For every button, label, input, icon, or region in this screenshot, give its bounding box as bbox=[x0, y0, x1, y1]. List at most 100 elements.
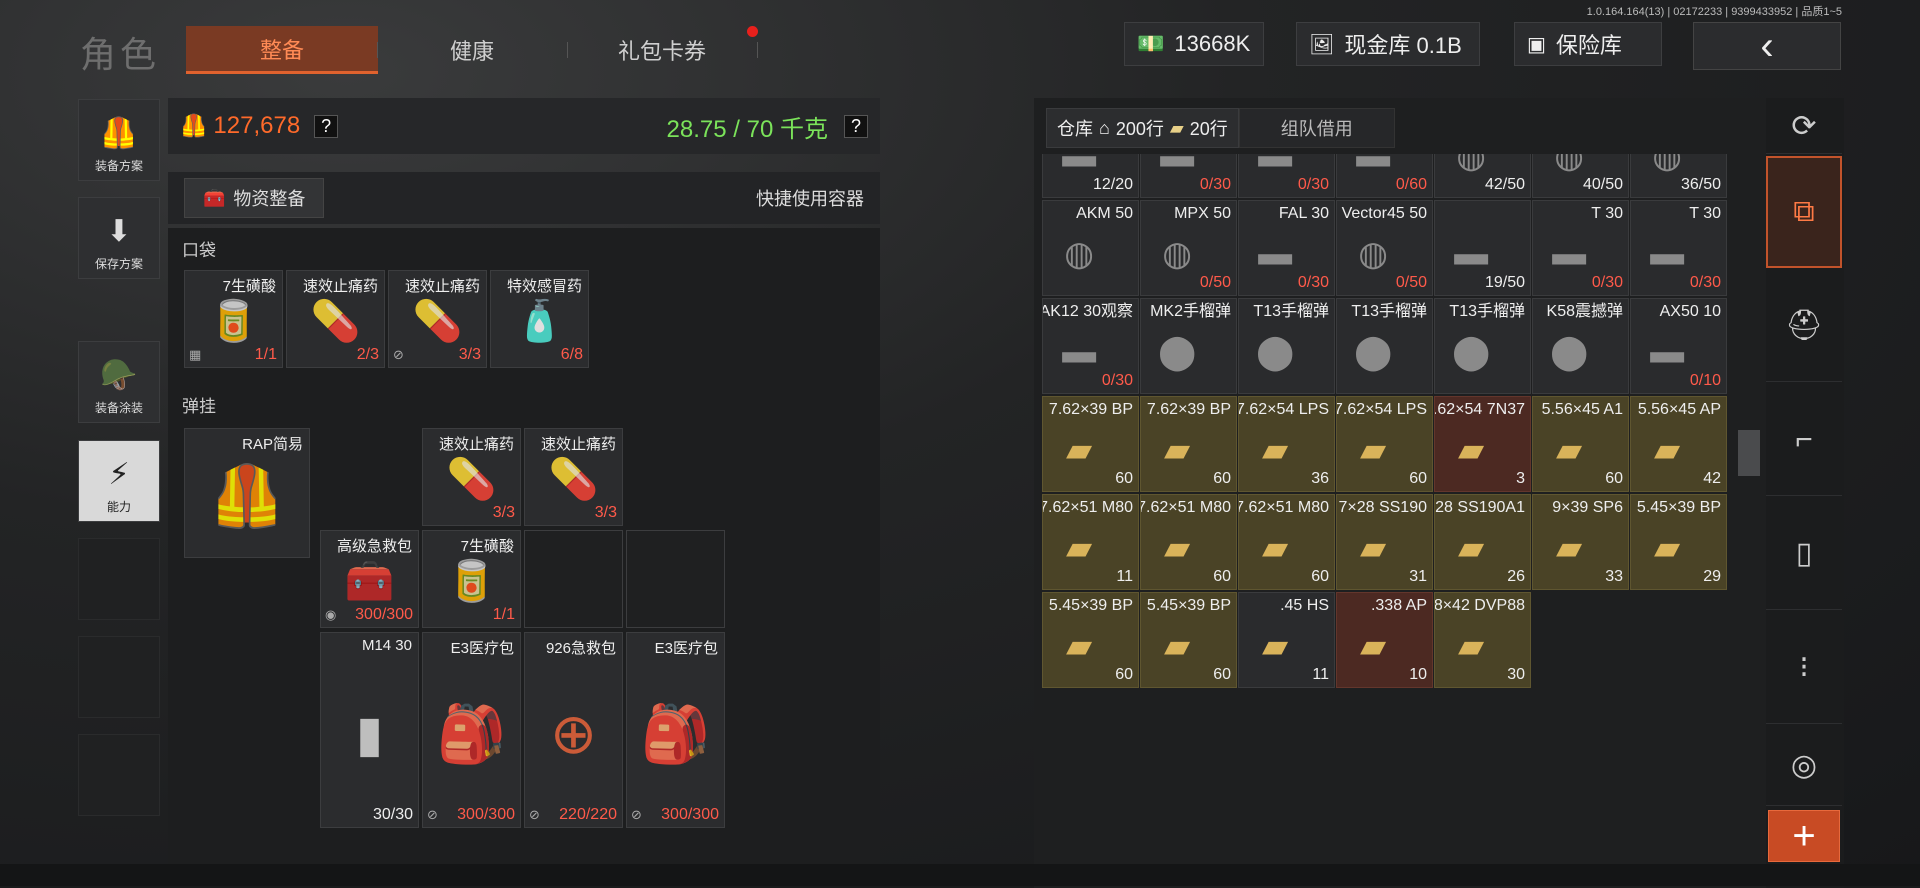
magazine-icon[interactable]: ▯ bbox=[1766, 498, 1842, 610]
bullet-icon[interactable]: ⁝ bbox=[1766, 612, 1842, 724]
item-name: 5.8×42 DVP88 bbox=[1434, 597, 1525, 614]
pockets-label: 口袋 bbox=[182, 241, 216, 260]
layers-icon[interactable]: ⧉ bbox=[1766, 156, 1842, 268]
tab-loadout[interactable]: 整备 bbox=[186, 26, 378, 74]
warehouse-cell[interactable]: T13手榴弹 ⬤ bbox=[1238, 298, 1335, 394]
warehouse-cell[interactable]: MPX 50 ◍ 0/50 bbox=[1140, 200, 1237, 296]
rig-item-slot[interactable]: E3医疗包 🎒 ⊘ 300/300 bbox=[422, 632, 521, 828]
item-icon: ▰ bbox=[1360, 626, 1387, 665]
back-button[interactable]: ‹ bbox=[1693, 22, 1841, 70]
quick-container-link[interactable]: 快捷使用容器 bbox=[756, 185, 864, 211]
warehouse-cell[interactable]: FAL 30 ▬ 0/30 bbox=[1238, 200, 1335, 296]
helmet-icon[interactable]: ⛑ bbox=[1766, 270, 1842, 382]
help-icon[interactable]: ? bbox=[314, 114, 339, 138]
ability-button[interactable]: ⚡ 能力 bbox=[78, 440, 160, 522]
add-button[interactable]: + bbox=[1768, 810, 1840, 862]
item-name: Vector45 50 bbox=[1341, 205, 1427, 222]
rig-item-slot[interactable]: 速效止痛药 💊 3/3 bbox=[524, 428, 623, 526]
warehouse-cell[interactable]: AK12 30观察 ▬ 0/30 bbox=[1042, 298, 1139, 394]
item-name: 9×39 SP6 bbox=[1552, 499, 1623, 516]
scrollbar-thumb[interactable] bbox=[1738, 430, 1760, 476]
warehouse-cell[interactable]: 5.45×39 BP ▰ 60 bbox=[1140, 592, 1237, 688]
rig-item-slot[interactable]: M14 30 ▮ 30/30 bbox=[320, 632, 419, 828]
item-name: 926急救包 bbox=[545, 640, 616, 657]
cash-vault-label: 现金库 0.1B bbox=[1344, 33, 1462, 58]
warehouse-cell[interactable]: Vector45 50 ◍ 0/50 bbox=[1336, 200, 1433, 296]
tab-warehouse[interactable]: 仓库 ⌂ 200行 ▰ 20行 bbox=[1046, 108, 1239, 148]
warehouse-cell[interactable]: T13手榴弹 ⬤ bbox=[1434, 298, 1531, 394]
warehouse-cell[interactable]: 5.45×39 BP ▰ 60 bbox=[1042, 592, 1139, 688]
warehouse-cell[interactable]: 5.45×39 BP ▰ 29 bbox=[1630, 494, 1727, 590]
layers-refresh-icon[interactable]: ⟳ bbox=[1766, 100, 1842, 154]
warehouse-cell[interactable]: AKM 50◍36/50 bbox=[1630, 154, 1727, 198]
tab-team-borrow[interactable]: 组队借用 bbox=[1238, 108, 1395, 148]
warehouse-cell[interactable]: T 30 ▬ 0/30 bbox=[1630, 200, 1727, 296]
item-count: 60 bbox=[1213, 470, 1231, 487]
loadout-plan-button[interactable]: 🦺 装备方案 bbox=[78, 99, 160, 181]
warehouse-cell[interactable]: ▬ 12/20 bbox=[1042, 154, 1139, 198]
warehouse-cell[interactable]: AKM 50◍42/50 bbox=[1434, 154, 1531, 198]
warehouse-cell[interactable]: .338 AP ▰ 10 bbox=[1336, 592, 1433, 688]
warehouse-cell[interactable]: ▬ 19/50 bbox=[1434, 200, 1531, 296]
warehouse-cell[interactable]: 7.62×54 7N37 ▰ 3 bbox=[1434, 396, 1531, 492]
scope-icon[interactable]: ◎ bbox=[1766, 726, 1842, 806]
pocket-slot[interactable]: 特效感冒药 🧴 6/8 bbox=[490, 270, 589, 368]
rig-item-slot[interactable]: 7生磺酸 🥫 1/1 bbox=[422, 530, 521, 628]
warehouse-cell[interactable]: AKM 50◍40/50 bbox=[1532, 154, 1629, 198]
pocket-slot[interactable]: 7生磺酸 🥫 ▦ 1/1 bbox=[184, 270, 283, 368]
rig-slot[interactable]: RAP简易 🦺 bbox=[184, 428, 310, 558]
warehouse-cell[interactable]: .45 HS ▰ 11 bbox=[1238, 592, 1335, 688]
empty-rig-slot[interactable] bbox=[524, 530, 623, 628]
warehouse-cell[interactable]: 5.7×28 SS190A1 ▰ 26 bbox=[1434, 494, 1531, 590]
warehouse-cell[interactable]: AKM 50 ◍ bbox=[1042, 200, 1139, 296]
item-count: 60 bbox=[1115, 470, 1133, 487]
warehouse-cell[interactable]: AX50 10 ▬ 0/10 bbox=[1630, 298, 1727, 394]
money-display[interactable]: 💵 13668K bbox=[1124, 22, 1264, 66]
ability-label: 能力 bbox=[106, 500, 131, 514]
warehouse-cell[interactable]: MK2手榴弹 ⬤ bbox=[1140, 298, 1237, 394]
warehouse-cell[interactable]: 7.62×54 LPS ▰ 60 bbox=[1336, 396, 1433, 492]
item-name: MK2手榴弹 bbox=[1150, 303, 1231, 320]
warehouse-cell[interactable]: ▬ 0/30 bbox=[1238, 154, 1335, 198]
tab-health[interactable]: 健康 bbox=[377, 26, 567, 74]
warehouse-cell[interactable]: 7.62×51 M80 ▰ 60 bbox=[1140, 494, 1237, 590]
warehouse-cell[interactable]: 5.56×45 AP ▰ 42 bbox=[1630, 396, 1727, 492]
item-count: 40/50 bbox=[1582, 176, 1623, 193]
help-icon[interactable]: ? bbox=[843, 114, 868, 138]
rig-item-slot[interactable]: 高级急救包 🧰 ◉ 300/300 bbox=[320, 530, 419, 628]
skin-button[interactable]: 🪖 装备涂装 bbox=[78, 341, 160, 423]
warehouse-cell[interactable]: 7.62×51 M80 ▰ 60 bbox=[1238, 494, 1335, 590]
warehouse-cell[interactable]: ▬ 0/60 bbox=[1336, 154, 1433, 198]
supplies-bar: 🧰 物资整备 快捷使用容器 bbox=[168, 172, 880, 224]
warehouse-cell[interactable]: 7.62×39 BP ▰ 60 bbox=[1042, 396, 1139, 492]
rifle-icon[interactable]: ⌐ bbox=[1766, 384, 1842, 496]
warehouse-cell[interactable]: ▬ 0/30 bbox=[1140, 154, 1237, 198]
item-icon: ▰ bbox=[1458, 626, 1485, 665]
page-title: 角色 bbox=[80, 34, 161, 75]
safe-button[interactable]: ▣ 保险库 bbox=[1514, 22, 1662, 66]
rig-item-slot[interactable]: 速效止痛药 💊 3/3 bbox=[422, 428, 521, 526]
rig-item-slot[interactable]: 926急救包 ⊕ ⊘ 220/220 bbox=[524, 632, 623, 828]
warehouse-cell[interactable]: T13手榴弹 ⬤ bbox=[1336, 298, 1433, 394]
warehouse-cell[interactable]: 5.56×45 A1 ▰ 60 bbox=[1532, 396, 1629, 492]
empty-rig-slot[interactable] bbox=[626, 530, 725, 628]
pocket-slot[interactable]: 速效止痛药 💊 ⊘ 3/3 bbox=[388, 270, 487, 368]
warehouse-cell[interactable]: 7.62×54 LPS ▰ 36 bbox=[1238, 396, 1335, 492]
warehouse-cell[interactable]: 9×39 SP6 ▰ 33 bbox=[1532, 494, 1629, 590]
supplies-button[interactable]: 🧰 物资整备 bbox=[184, 178, 325, 218]
value-icon: 🦺 bbox=[180, 113, 208, 138]
warehouse-cell[interactable]: T 30 ▬ 0/30 bbox=[1532, 200, 1629, 296]
warehouse-cell[interactable]: 7.62×39 BP ▰ 60 bbox=[1140, 396, 1237, 492]
warehouse-cell[interactable]: K58震撼弹 ⬤ bbox=[1532, 298, 1629, 394]
save-plan-button[interactable]: ⬇ 保存方案 bbox=[78, 197, 160, 279]
warehouse-cell[interactable]: 7.62×51 M80 ▰ 11 bbox=[1042, 494, 1139, 590]
warehouse-cell[interactable]: 5.8×42 DVP88 ▰ 30 bbox=[1434, 592, 1531, 688]
warehouse-cell[interactable]: 5.7×28 SS190 ▰ 31 bbox=[1336, 494, 1433, 590]
rig-item-slot[interactable]: E3医疗包 🎒 ⊘ 300/300 bbox=[626, 632, 725, 828]
item-name: T13手榴弹 bbox=[1449, 303, 1525, 320]
item-icon: ▬ bbox=[1160, 154, 1195, 175]
tab-gift-codes[interactable]: 礼包卡券 bbox=[567, 26, 757, 74]
pocket-slot[interactable]: 速效止痛药 💊 2/3 bbox=[286, 270, 385, 368]
cash-vault-button[interactable]: 🖼 现金库 0.1B bbox=[1296, 22, 1480, 66]
save-plan-label: 保存方案 bbox=[94, 257, 143, 271]
